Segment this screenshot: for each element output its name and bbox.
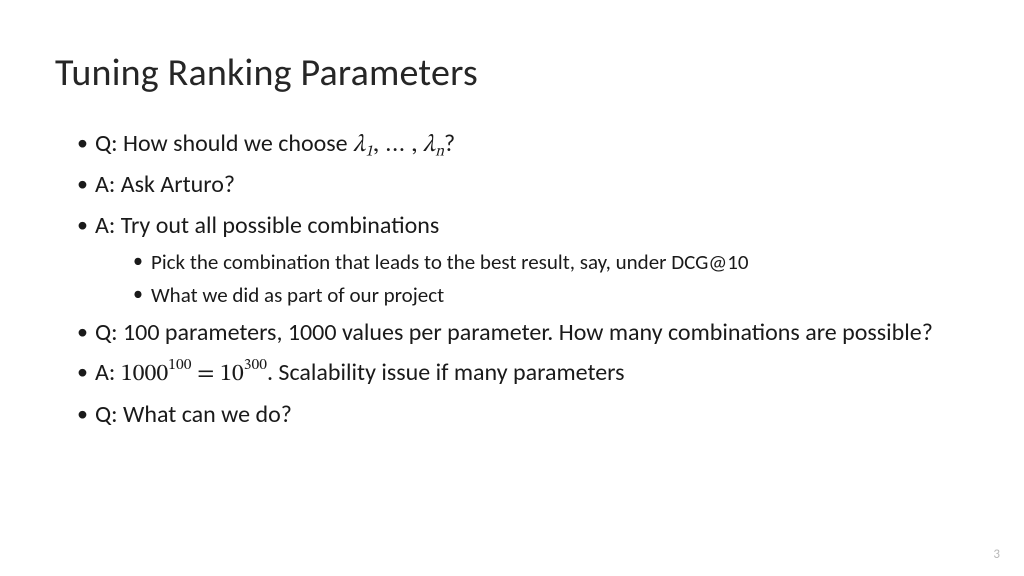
bullet-a-scalability: A: 1000100 = 10300. Scalability issue if… bbox=[77, 357, 969, 390]
math-expr-2: 10300 bbox=[220, 362, 267, 386]
lambda-sub: n bbox=[435, 144, 444, 160]
math-eq: = bbox=[191, 362, 220, 386]
sub-bullet-project: What we did as part of our project bbox=[133, 281, 969, 309]
bullet-q-howmany: Q: 100 parameters, 1000 values per param… bbox=[77, 317, 969, 349]
lambda-sub: 1 bbox=[365, 144, 373, 160]
math-exp: 300 bbox=[244, 357, 267, 373]
bullet-text-post: ? bbox=[444, 129, 455, 158]
bullet-list: Q: How should we choose λ1, … , λn? A: A… bbox=[55, 128, 969, 431]
math-exp: 100 bbox=[168, 357, 191, 373]
bullet-q-choose: Q: How should we choose λ1, … , λn? bbox=[77, 128, 969, 161]
page-number: 3 bbox=[993, 547, 1000, 562]
math-lambda1: λ1 bbox=[353, 133, 373, 157]
math-base: 10 bbox=[220, 362, 244, 386]
bullet-text-post: . Scalability issue if many parameters bbox=[267, 358, 625, 387]
bullet-a-arturo: A: Ask Arturo? bbox=[77, 169, 969, 201]
math-lambdan: λn bbox=[423, 133, 444, 157]
bullet-text: Q: How should we choose bbox=[95, 129, 353, 158]
math-sep: , … , bbox=[373, 133, 423, 157]
sub-bullet-dcg: Pick the combination that leads to the b… bbox=[133, 248, 969, 276]
sub-bullet-list: Pick the combination that leads to the b… bbox=[95, 248, 969, 309]
slide: Tuning Ranking Parameters Q: How should … bbox=[0, 0, 1024, 576]
bullet-a-tryall: A: Try out all possible combinations Pic… bbox=[77, 210, 969, 309]
bullet-text: A: Try out all possible combinations bbox=[95, 211, 439, 240]
lambda-base: λ bbox=[353, 133, 365, 157]
slide-title: Tuning Ranking Parameters bbox=[55, 50, 969, 96]
bullet-text-pre: A: bbox=[95, 358, 121, 387]
math-expr-1: 1000100 bbox=[121, 362, 192, 386]
lambda-base: λ bbox=[423, 133, 435, 157]
math-base: 1000 bbox=[121, 362, 169, 386]
bullet-q-whatdo: Q: What can we do? bbox=[77, 399, 969, 431]
